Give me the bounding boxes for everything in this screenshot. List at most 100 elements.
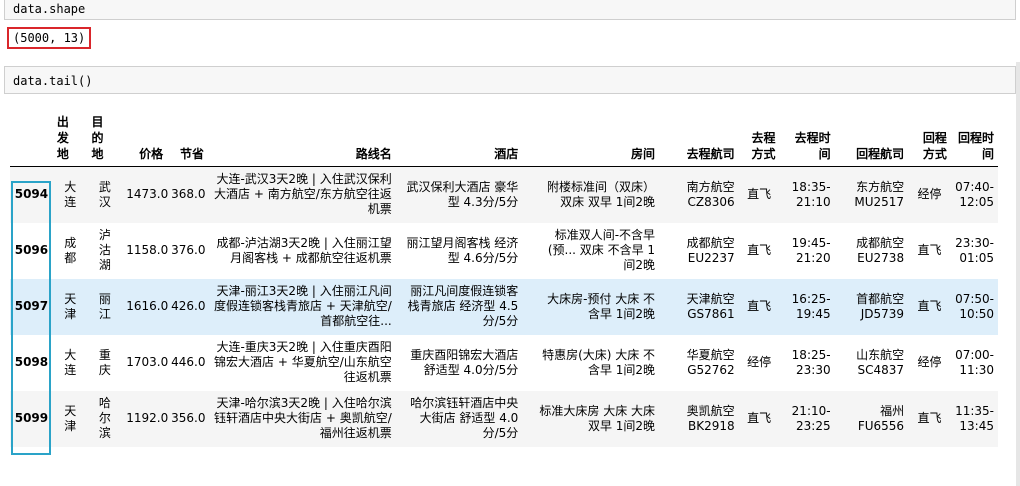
table-cell: 446.0 [171, 355, 206, 369]
table-cell: 直飞 [747, 411, 772, 425]
table-cell: 大连-武汉3天2晚 | 入住武汉保利 大酒店 + 南方航空/东方航空往返 机票 [214, 172, 392, 217]
code-text: data.tail() [13, 74, 93, 88]
table-cell: 356.0 [171, 411, 206, 425]
table-cell: 大连 [64, 347, 77, 377]
table-cell: 泸沽湖 [98, 228, 111, 272]
table-cell: 18:35- 21:10 [791, 179, 831, 209]
table-cell: 首都航空 JD5739 [856, 291, 905, 321]
table-cell: 07:40- 12:05 [955, 179, 994, 209]
table-cell: 21:10- 23:25 [791, 403, 831, 433]
table-cell: 南方航空 CZ8306 [686, 179, 735, 209]
table-cell: 天津-哈尔滨3天2晚 | 入住哈尔滨 钰轩酒店中央大街店 + 奥凯航空/福州往返机… [214, 396, 392, 440]
output-scrollbar[interactable] [1016, 62, 1020, 486]
table-row[interactable]: 5099 天津 哈尔滨 1192.0 356.0 天津-哈尔滨3天2晚 | 入住哈尔滨 钰轩… [10, 390, 998, 447]
table-cell: 福州 FU6556 [857, 403, 905, 433]
table-cell: 附楼标准间（双床） 双床 双早 1间2晚 [547, 179, 656, 209]
table-cell: 天津 [64, 403, 77, 433]
dataframe-table: 出发地目的地价格 节省 路线名 酒店 房间 去程航司 去程 方式 去程时间回程航司 回程 方式 回程时… [10, 110, 998, 447]
index-header [10, 110, 53, 167]
table-cell: 426.0 [171, 299, 206, 313]
table-cell: 376.0 [171, 243, 206, 257]
table-cell: 18:25- 23:30 [791, 347, 831, 377]
column-header: 回程 方式 [908, 110, 951, 167]
table-cell: 07:50- 10:50 [955, 291, 994, 321]
table-cell: 19:45- 21:20 [791, 235, 831, 265]
table-cell: 成都 [64, 235, 77, 265]
row-index: 5094 [14, 187, 49, 202]
column-header: 出发地 [52, 110, 88, 167]
table-cell: 重庆酉阳锦宏大酒店 舒适型 4.0分/5分 [410, 347, 519, 377]
table-cell: 武汉 [98, 179, 111, 209]
table-cell: 直飞 [917, 411, 942, 425]
row-index: 5099 [14, 411, 49, 425]
table-cell: 1192.0 [126, 411, 169, 425]
code-cell-shape[interactable]: data.shape [4, 0, 1016, 20]
table-cell: 1473.0 [126, 187, 169, 202]
table-cell: 标准双人间-不含早 (预... 双床 不含早 1 间2晚 [547, 228, 656, 272]
column-header: 去程航司 [659, 110, 739, 167]
table-cell: 重庆 [98, 347, 111, 377]
table-cell: 东方航空 MU2517 [854, 179, 905, 209]
table-cell: 天津-丽江3天2晚 | 入住丽江凡间 度假连锁客栈青旅店 + 天津航空/首都航空往… [214, 284, 392, 328]
table-cell: 07:00- 11:30 [955, 347, 994, 377]
table-cell: 哈尔滨钰轩酒店中央 大街店 舒适型 4.0 分/5分 [410, 396, 519, 440]
column-header: 房间 [522, 110, 660, 167]
table-cell: 天津航空 GS7861 [686, 291, 735, 321]
table-cell: 经停 [917, 355, 942, 369]
code-cell-tail[interactable]: data.tail() [4, 66, 1016, 94]
table-cell: 大连 [64, 179, 77, 209]
table-cell: 成都航空 EU2237 [686, 235, 735, 265]
table-body: 5094 大连武汉 1473.0 368.0 大连-武汉3天2晚 | 入住武汉保利 大酒店… [10, 166, 998, 447]
table-cell: 直飞 [917, 299, 942, 313]
table-cell: 直飞 [917, 243, 942, 257]
table-cell: 标准大床房 大床 大床 双早 1间2晚 [539, 403, 656, 433]
table-cell: 成都航空 EU2738 [856, 235, 905, 265]
table-cell: 特惠房(大床) 大床 不含早 1间2晚 [542, 347, 656, 377]
row-index: 5096 [14, 243, 49, 257]
table-cell: 经停 [917, 187, 942, 202]
dataframe-output: 出发地目的地价格 节省 路线名 酒店 房间 去程航司 去程 方式 去程时间回程航司 回程 方式 回程时… [10, 110, 1000, 447]
shape-output: (5000, 13) [7, 27, 92, 49]
table-cell: 经停 [747, 355, 772, 369]
column-header: 回程时间 [950, 110, 998, 167]
table-cell: 直飞 [747, 299, 772, 313]
table-cell: 丽江望月阁客栈 经济型 4.6分/5分 [406, 235, 519, 265]
table-cell: 奥凯航空 BK2918 [686, 403, 735, 433]
table-cell: 丽江凡间度假连锁客 栈青旅店 经济型 4.5 分/5分 [407, 284, 519, 328]
table-row[interactable]: 5098 大连重庆 1703.0 446.0 大连-重庆3天2晚 | 入住重庆酉阳 锦宏大… [10, 334, 998, 391]
table-cell: 16:25- 19:45 [791, 291, 831, 321]
row-index: 5098 [14, 355, 49, 369]
table-cell: 1703.0 [126, 355, 169, 369]
row-index: 5097 [14, 299, 49, 313]
table-cell: 1158.0 [126, 243, 169, 257]
table-cell: 华夏航空 G52762 [686, 347, 735, 377]
table-cell: 大床房-预付 大床 不含早 1间2晚 [547, 291, 656, 321]
table-cell: 直飞 [747, 187, 772, 202]
table-row[interactable]: 5094 大连武汉 1473.0 368.0 大连-武汉3天2晚 | 入住武汉保利 大酒店… [10, 166, 998, 223]
column-header: 路线名 [207, 110, 396, 167]
table-cell: 直飞 [747, 243, 772, 257]
table-cell: 山东航空 SC4837 [856, 347, 905, 377]
table-cell: 23:30- 01:05 [955, 235, 994, 265]
column-header: 价格 [122, 110, 168, 167]
table-cell: 368.0 [171, 187, 206, 202]
column-header: 去程 方式 [738, 110, 780, 167]
header-row: 出发地目的地价格 节省 路线名 酒店 房间 去程航司 去程 方式 去程时间回程航司 回程 方式 回程时… [10, 110, 998, 167]
table-cell: 成都-泸沽湖3天2晚 | 入住丽江望 月阁客栈 + 成都航空往返机票 [216, 235, 392, 265]
table-cell: 丽江 [98, 291, 111, 321]
table-row[interactable]: 5097 天津丽江 1616.0 426.0 天津-丽江3天2晚 | 入住丽江凡间 度假连… [10, 278, 998, 335]
table-cell: 1616.0 [126, 299, 169, 313]
table-cell: 11:35- 13:45 [955, 403, 994, 433]
column-header: 目的地 [87, 110, 123, 167]
column-header: 去程时间 [779, 110, 835, 167]
column-header: 酒店 [395, 110, 523, 167]
table-cell: 哈尔滨 [98, 396, 111, 440]
table-cell: 武汉保利大酒店 豪华型 4.3分/5分 [406, 179, 519, 209]
column-header: 回程航司 [834, 110, 909, 167]
table-row[interactable]: 5096 成都 泸沽湖 1158.0 376.0 成都-泸沽湖3天2晚 | 入住丽江望 月阁… [10, 222, 998, 279]
code-text: data.shape [13, 2, 86, 16]
table-cell: 大连-重庆3天2晚 | 入住重庆酉阳 锦宏大酒店 + 华夏航空/山东航空 往返机票 [214, 340, 392, 384]
table-cell: 天津 [64, 291, 77, 321]
column-header: 节省 [167, 110, 208, 167]
table-header: 出发地目的地价格 节省 路线名 酒店 房间 去程航司 去程 方式 去程时间回程航司 回程 方式 回程时… [10, 110, 998, 167]
